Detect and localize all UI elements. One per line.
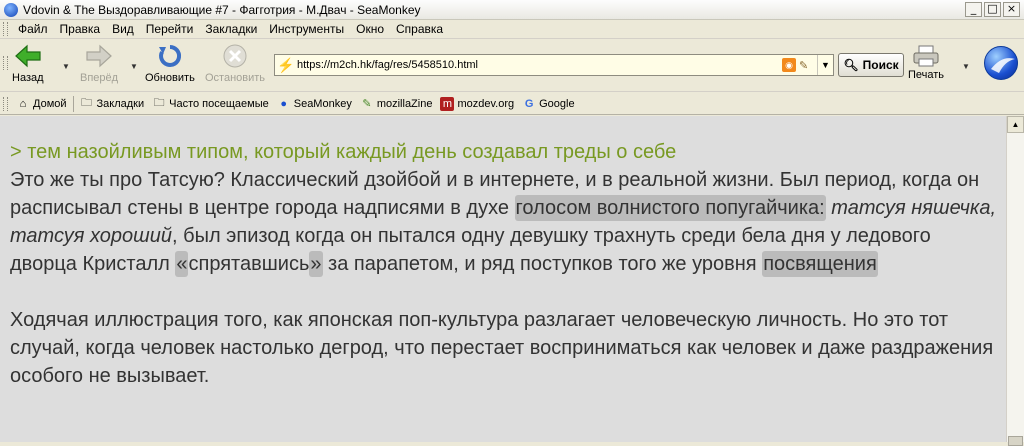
menu-tools[interactable]: Инструменты [263, 22, 350, 36]
bookmark-seamonkey-label: SeaMonkey [293, 97, 352, 110]
seamonkey-app-icon [4, 2, 18, 17]
bookmark-home[interactable]: ⌂ Домой [12, 97, 71, 111]
menu-file[interactable]: Файл [12, 22, 54, 36]
window-title: Vdovin & The Выздоравливающие #7 - Фагго… [23, 2, 421, 17]
back-arrow-icon [13, 43, 43, 69]
vertical-scrollbar[interactable]: ▲ [1006, 116, 1024, 446]
bookmark-most-visited-label: Часто посещаемые [169, 97, 269, 110]
mozillazine-icon: ✎ [362, 98, 372, 110]
scroll-thumb[interactable] [1008, 436, 1023, 446]
seamonkey-throbber-icon[interactable] [984, 46, 1018, 80]
stop-label: Остановить [205, 72, 266, 84]
bookmark-bookmarks[interactable]: 🗀 Закладки [76, 97, 149, 111]
site-favicon-icon: ⚡ [277, 56, 295, 73]
print-dropdown-icon[interactable]: ▼ [962, 62, 970, 71]
close-button[interactable]: × [1003, 2, 1020, 17]
stop-icon [220, 43, 250, 69]
minimize-button[interactable]: _ [965, 2, 982, 17]
menu-bookmarks[interactable]: Закладки [199, 22, 263, 36]
forward-arrow-icon [84, 43, 114, 69]
url-input[interactable]: https://m2ch.hk/fag/res/5458510.html [297, 59, 782, 71]
spoiler[interactable]: голосом волнистого попугайчика: [514, 195, 826, 221]
google-icon: G [524, 97, 534, 110]
bookmark-google-label: Google [539, 97, 575, 110]
toolbar-grip[interactable] [3, 56, 8, 70]
bookmark-bookmarks-label: Закладки [96, 97, 145, 110]
reload-icon [155, 43, 185, 69]
maximize-button[interactable]: □ [984, 2, 1001, 17]
url-bar[interactable]: ⚡ https://m2ch.hk/fag/res/5458510.html ◉… [274, 54, 834, 76]
menu-view[interactable]: Вид [106, 22, 140, 36]
bookmark-mozillazine-label: mozillaZine [376, 97, 433, 110]
bookmark-most-visited[interactable]: 🗀 Часто посещаемые [148, 97, 273, 111]
stop-button[interactable]: Остановить [205, 43, 265, 84]
toolbar-grip[interactable] [3, 96, 8, 111]
rss-feed-icon[interactable]: ◉ [782, 58, 796, 72]
print-button[interactable]: Печать [908, 43, 944, 81]
back-dropdown-icon[interactable]: ▼ [62, 62, 70, 71]
post-body: > тем назойливым типом, который каждый д… [10, 138, 1000, 390]
title-bar: Vdovin & The Выздоравливающие #7 - Фагго… [0, 0, 1024, 20]
seamonkey-icon: ● [280, 97, 288, 110]
search-button[interactable]: 🔍︎ Поиск [838, 53, 904, 77]
spoiler[interactable]: » [309, 251, 323, 277]
reload-label: Обновить [145, 72, 195, 84]
bookmark-mozdev[interactable]: m mozdev.org [436, 96, 518, 111]
post-paragraph-1: Это же ты про Татсую? Классический дзойб… [10, 166, 1000, 278]
folder-icon: 🗀 [81, 97, 93, 109]
spoiler[interactable]: « [175, 251, 189, 277]
scroll-up-arrow-icon[interactable]: ▲ [1007, 116, 1024, 133]
search-label: Поиск [862, 58, 899, 72]
bookmark-google[interactable]: G Google [518, 97, 578, 111]
printer-icon [911, 43, 941, 69]
reload-button[interactable]: Обновить [145, 43, 195, 84]
menu-edit[interactable]: Правка [54, 22, 107, 36]
bookmark-mozillazine[interactable]: ✎ mozillaZine [356, 97, 437, 111]
post-quote: > тем назойливым типом, который каждый д… [10, 141, 677, 163]
window-controls: _ □ × [965, 2, 1020, 17]
url-dropdown-icon[interactable]: ▼ [817, 55, 833, 75]
menu-go[interactable]: Перейти [140, 22, 200, 36]
print-label: Печать [908, 69, 945, 81]
mozdev-icon: m [440, 96, 455, 111]
home-icon: ⌂ [19, 97, 27, 110]
edit-pencil-icon[interactable]: ✎ [799, 59, 813, 72]
bookmark-home-label: Домой [33, 97, 67, 110]
forward-dropdown-icon[interactable]: ▼ [130, 62, 138, 71]
separator [72, 95, 74, 112]
bookmark-mozdev-label: mozdev.org [457, 97, 515, 110]
menu-bar: Файл Правка Вид Перейти Закладки Инструм… [0, 20, 1024, 39]
back-label: Назад [12, 72, 44, 84]
folder-icon: 🗀 [153, 97, 165, 109]
bookmark-seamonkey[interactable]: ● SeaMonkey [273, 97, 356, 111]
personal-toolbar: ⌂ Домой 🗀 Закладки 🗀 Часто посещаемые ● … [0, 93, 1024, 115]
menu-window[interactable]: Окно [350, 22, 390, 36]
post-paragraph-2: Ходячая иллюстрация того, как японская п… [10, 309, 994, 387]
spoiler[interactable]: посвящения [762, 251, 878, 277]
forward-button[interactable]: Вперёд [80, 43, 118, 84]
back-button[interactable]: Назад [12, 43, 44, 84]
page-content: > тем назойливым типом, который каждый д… [0, 116, 1006, 442]
navigation-toolbar: Назад ▼ Вперёд ▼ Обновить Остановить ⚡ h… [0, 40, 1024, 92]
post-text: спрятавшись [188, 253, 310, 275]
post-text: за парапетом, и ряд поступков того же ур… [322, 253, 763, 275]
menu-help[interactable]: Справка [390, 22, 449, 36]
magnifier-icon: 🔍︎ [843, 58, 859, 72]
forward-label: Вперёд [80, 72, 119, 84]
toolbar-grip[interactable] [3, 22, 8, 36]
